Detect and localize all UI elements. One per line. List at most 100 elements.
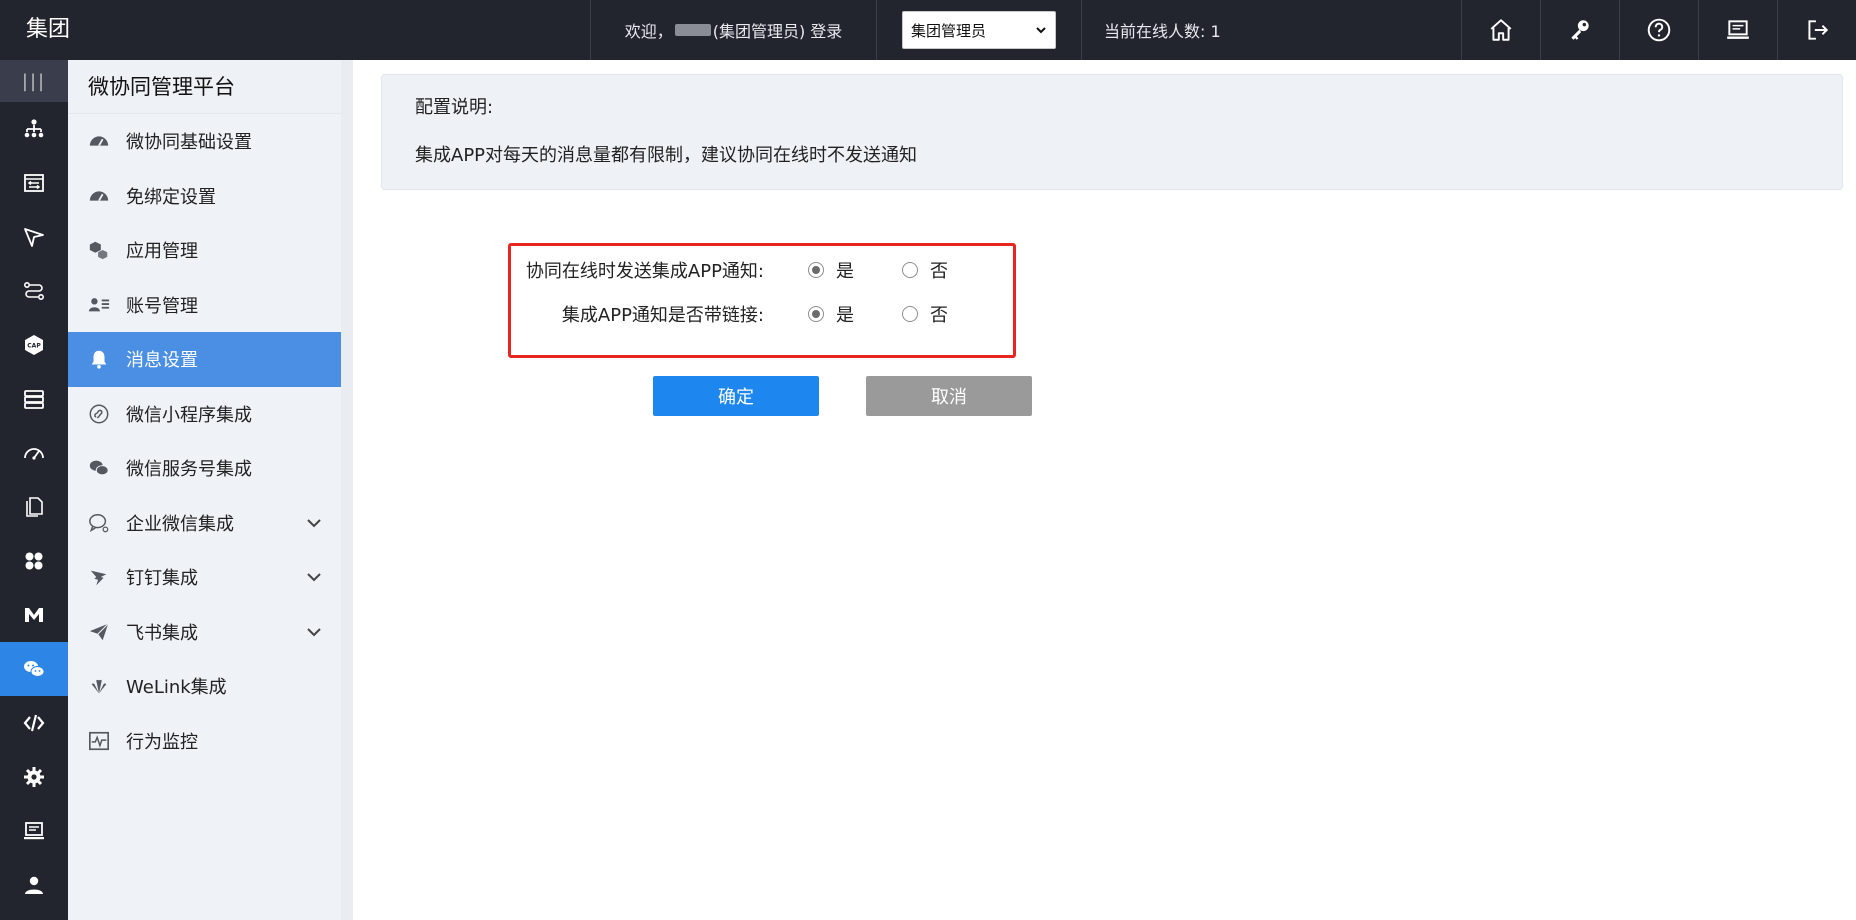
sidebar-item-label: 微信服务号集成 <box>126 459 252 481</box>
wecom-icon <box>88 512 110 534</box>
rail-item-code[interactable] <box>0 696 68 750</box>
radio-button-checked[interactable] <box>808 262 824 278</box>
radio-option-no[interactable]: 否 <box>902 301 962 327</box>
sidebar-scrollbar[interactable] <box>341 60 353 920</box>
rail-collapse-handle[interactable]: ||| <box>0 60 68 102</box>
chevron-down-icon[interactable] <box>305 623 323 641</box>
key-icon <box>1571 20 1589 40</box>
help-icon <box>1647 18 1671 42</box>
send-icon <box>24 228 44 247</box>
sidebar-item-unbind-settings[interactable]: 免绑定设置 <box>68 169 341 224</box>
brand-title: 集团 <box>26 17 71 42</box>
sidebar-item-behavior-monitor[interactable]: 行为监控 <box>68 714 341 769</box>
icon-rail: ||| CAP <box>0 60 68 920</box>
top-right-area: 欢迎， (集团管理员) 登录 集团管理员 当前在线人数: 1 <box>590 0 1856 60</box>
rail-item-document[interactable] <box>0 480 68 534</box>
rail-item-dashboard[interactable] <box>0 426 68 480</box>
rail-item-send[interactable] <box>0 210 68 264</box>
sidebar-item-label: 飞书集成 <box>126 622 198 644</box>
message-settings-form: 协同在线时发送集成APP通知: 是 否 集成APP通知是否带链接: 是 否 <box>508 243 1016 358</box>
sidebar-item-account-management[interactable]: 账号管理 <box>68 278 341 333</box>
rail-item-m[interactable] <box>0 588 68 642</box>
settings-icon <box>24 767 44 787</box>
database-icon <box>24 390 44 409</box>
chevron-down-icon <box>1036 27 1046 34</box>
top-bar: 集团 欢迎， (集团管理员) 登录 集团管理员 当前在线人数: 1 <box>0 0 1856 60</box>
dashboard-icon <box>24 448 44 460</box>
home-icon <box>1490 19 1512 41</box>
code-icon <box>23 714 45 732</box>
radio-label: 是 <box>836 261 854 282</box>
speedometer-icon <box>88 185 110 207</box>
radio-label: 是 <box>836 305 854 326</box>
confirm-button[interactable]: 确定 <box>653 376 819 416</box>
sidebar-item-wechat-service[interactable]: 微信服务号集成 <box>68 441 341 496</box>
monitor-chart-icon <box>88 730 110 752</box>
rail-item-database[interactable] <box>0 372 68 426</box>
form-label: 协同在线时发送集成APP通知: <box>525 261 764 282</box>
radio-button[interactable] <box>902 306 918 322</box>
radio-button[interactable] <box>902 262 918 278</box>
logout-button[interactable] <box>1777 0 1856 60</box>
radio-button-checked[interactable] <box>808 306 824 322</box>
config-note-panel: 配置说明: 集成APP对每天的消息量都有限制，建议协同在线时不发送通知 <box>381 74 1843 190</box>
rail-item-cap[interactable]: CAP <box>0 318 68 372</box>
sidebar-item-welink[interactable]: WeLink集成 <box>68 659 341 714</box>
sidebar-item-label: 应用管理 <box>126 241 198 263</box>
form-label: 集成APP通知是否带链接: <box>561 305 764 326</box>
sidebar-item-app-management[interactable]: 应用管理 <box>68 223 341 278</box>
help-button[interactable] <box>1619 0 1698 60</box>
rail-item-org[interactable] <box>0 102 68 156</box>
form-row-notify-link: 集成APP通知是否带链接: 是 否 <box>511 299 1013 329</box>
sidebar-item-message-settings[interactable]: 消息设置 <box>68 332 341 387</box>
cap-icon: CAP <box>25 335 43 355</box>
welcome-suffix: (集团管理员) 登录 <box>712 22 843 41</box>
role-select-cell: 集团管理员 <box>876 0 1081 60</box>
radio-option-no[interactable]: 否 <box>902 257 962 283</box>
sidebar-item-label: WeLink集成 <box>126 677 227 699</box>
sidebar-item-feishu[interactable]: 飞书集成 <box>68 605 341 660</box>
logout-icon <box>1808 20 1829 40</box>
home-button[interactable] <box>1461 0 1540 60</box>
cancel-button[interactable]: 取消 <box>866 376 1032 416</box>
redacted-username <box>674 24 711 36</box>
rail-item-form[interactable] <box>0 156 68 210</box>
rail-item-user[interactable] <box>0 858 68 912</box>
sidebar-item-wecom[interactable]: 企业微信集成 <box>68 496 341 551</box>
rail-item-screen[interactable] <box>0 804 68 858</box>
wechat-icon <box>24 661 45 677</box>
feishu-icon <box>88 621 110 643</box>
bell-icon <box>88 348 110 370</box>
rail-item-settings[interactable] <box>0 750 68 804</box>
rail-item-apps[interactable] <box>0 534 68 588</box>
sidebar-item-basic-settings[interactable]: 微协同基础设置 <box>68 114 341 169</box>
app-cubes-icon <box>88 239 110 261</box>
flow-icon <box>23 281 44 301</box>
sidebar-item-label: 钉钉集成 <box>126 568 198 590</box>
rail-item-flow[interactable] <box>0 264 68 318</box>
chevron-down-icon[interactable] <box>305 514 323 532</box>
role-select[interactable]: 集团管理员 <box>902 11 1056 49</box>
password-button[interactable] <box>1540 0 1619 60</box>
sidebar-item-wechat-miniprogram[interactable]: 微信小程序集成 <box>68 387 341 442</box>
user-icon <box>25 876 43 894</box>
miniprogram-icon <box>88 403 110 425</box>
monitor-button[interactable] <box>1698 0 1777 60</box>
radio-option-yes[interactable]: 是 <box>808 257 868 283</box>
sidebar: 微协同管理平台 微协同基础设置 免绑定设置 应用管理 账号管理 消息设置 微信小… <box>68 60 341 920</box>
chevron-down-icon[interactable] <box>305 568 323 586</box>
monitor-icon <box>1727 20 1749 39</box>
form-icon <box>24 174 44 192</box>
welink-icon <box>88 675 110 697</box>
speedometer-icon <box>88 130 110 152</box>
rail-item-wechat[interactable] <box>0 642 68 696</box>
sidebar-item-dingtalk[interactable]: 钉钉集成 <box>68 550 341 605</box>
sidebar-item-label: 消息设置 <box>126 350 198 372</box>
apps-icon <box>25 552 43 570</box>
radio-label: 否 <box>930 261 948 282</box>
sidebar-item-label: 微协同基础设置 <box>126 132 252 154</box>
document-icon <box>26 497 43 517</box>
dingtalk-icon <box>88 566 110 588</box>
account-card-icon <box>88 294 110 316</box>
radio-option-yes[interactable]: 是 <box>808 301 868 327</box>
